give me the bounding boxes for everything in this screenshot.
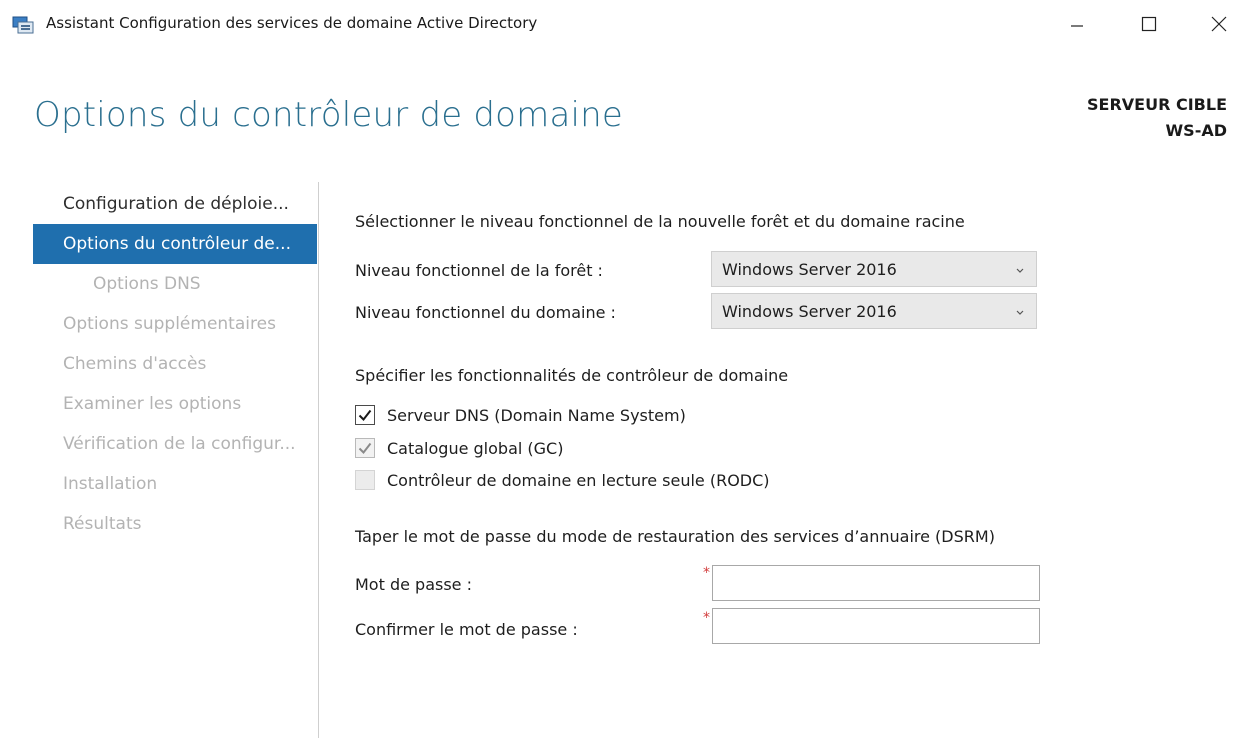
wizard-steps-nav: Configuration de déploie... Options du c…: [33, 184, 317, 544]
nav-item-domain-controller-options[interactable]: Options du contrôleur de...: [33, 224, 317, 264]
minimize-icon: [1070, 17, 1084, 36]
domain-level-value: Windows Server 2016: [722, 302, 897, 321]
domain-level-label: Niveau fonctionnel du domaine :: [355, 303, 616, 322]
global-catalog-label: Catalogue global (GC): [387, 438, 564, 458]
nav-item-deployment-configuration[interactable]: Configuration de déploie...: [33, 184, 317, 224]
rodc-option: Contrôleur de domaine en lecture seule (…: [355, 468, 770, 492]
required-marker: *: [703, 610, 710, 626]
server-icon: [12, 16, 34, 34]
global-catalog-checkbox: [355, 438, 375, 458]
password-field[interactable]: [712, 565, 1040, 601]
nav-item-results: Résultats: [63, 514, 142, 534]
confirm-password-field[interactable]: [712, 608, 1040, 644]
domain-level-dropdown[interactable]: Windows Server 2016: [711, 293, 1037, 329]
nav-item-paths: Chemins d'accès: [63, 354, 207, 374]
dns-server-checkbox[interactable]: [355, 405, 375, 425]
dsrm-heading: Taper le mot de passe du mode de restaur…: [355, 527, 995, 546]
dns-server-option[interactable]: Serveur DNS (Domain Name System): [355, 403, 686, 427]
title-bar: Assistant Configuration des services de …: [0, 0, 1247, 50]
dns-server-label: Serveur DNS (Domain Name System): [387, 405, 686, 425]
nav-item-installation: Installation: [63, 474, 158, 494]
minimize-button[interactable]: [1054, 8, 1100, 44]
forest-level-dropdown[interactable]: Windows Server 2016: [711, 251, 1037, 287]
checkmark-icon: [358, 409, 372, 422]
maximize-button[interactable]: [1126, 8, 1172, 44]
password-label: Mot de passe :: [355, 575, 472, 594]
maximize-icon: [1141, 16, 1157, 36]
nav-item-additional-options: Options supplémentaires: [63, 314, 276, 334]
target-server-heading: SERVEUR CIBLE: [1087, 95, 1227, 114]
capabilities-heading: Spécifier les fonctionnalités de contrôl…: [355, 366, 789, 385]
nav-item-dns-options: Options DNS: [93, 274, 201, 294]
rodc-checkbox: [355, 470, 375, 490]
global-catalog-option: Catalogue global (GC): [355, 436, 563, 460]
confirm-password-label: Confirmer le mot de passe :: [355, 620, 578, 639]
target-server-name: WS-AD: [1165, 121, 1227, 140]
nav-item-prerequisites-check: Vérification de la configur...: [63, 434, 296, 454]
forest-level-value: Windows Server 2016: [722, 260, 897, 279]
chevron-down-icon: [1014, 304, 1026, 316]
chevron-down-icon: [1014, 262, 1026, 274]
close-button[interactable]: [1196, 8, 1242, 44]
nav-divider: [318, 182, 319, 738]
target-server-label: SERVEUR CIBLE WS-AD: [1087, 92, 1227, 144]
nav-item-review-options: Examiner les options: [63, 394, 242, 414]
window-title: Assistant Configuration des services de …: [46, 14, 538, 32]
required-marker: *: [703, 565, 710, 581]
close-icon: [1211, 16, 1227, 36]
checkmark-icon: [358, 442, 372, 455]
forest-level-label: Niveau fonctionnel de la forêt :: [355, 261, 603, 280]
page-title: Options du contrôleur de domaine: [34, 95, 623, 135]
rodc-label: Contrôleur de domaine en lecture seule (…: [387, 470, 770, 490]
functional-level-heading: Sélectionner le niveau fonctionnel de la…: [355, 212, 965, 231]
